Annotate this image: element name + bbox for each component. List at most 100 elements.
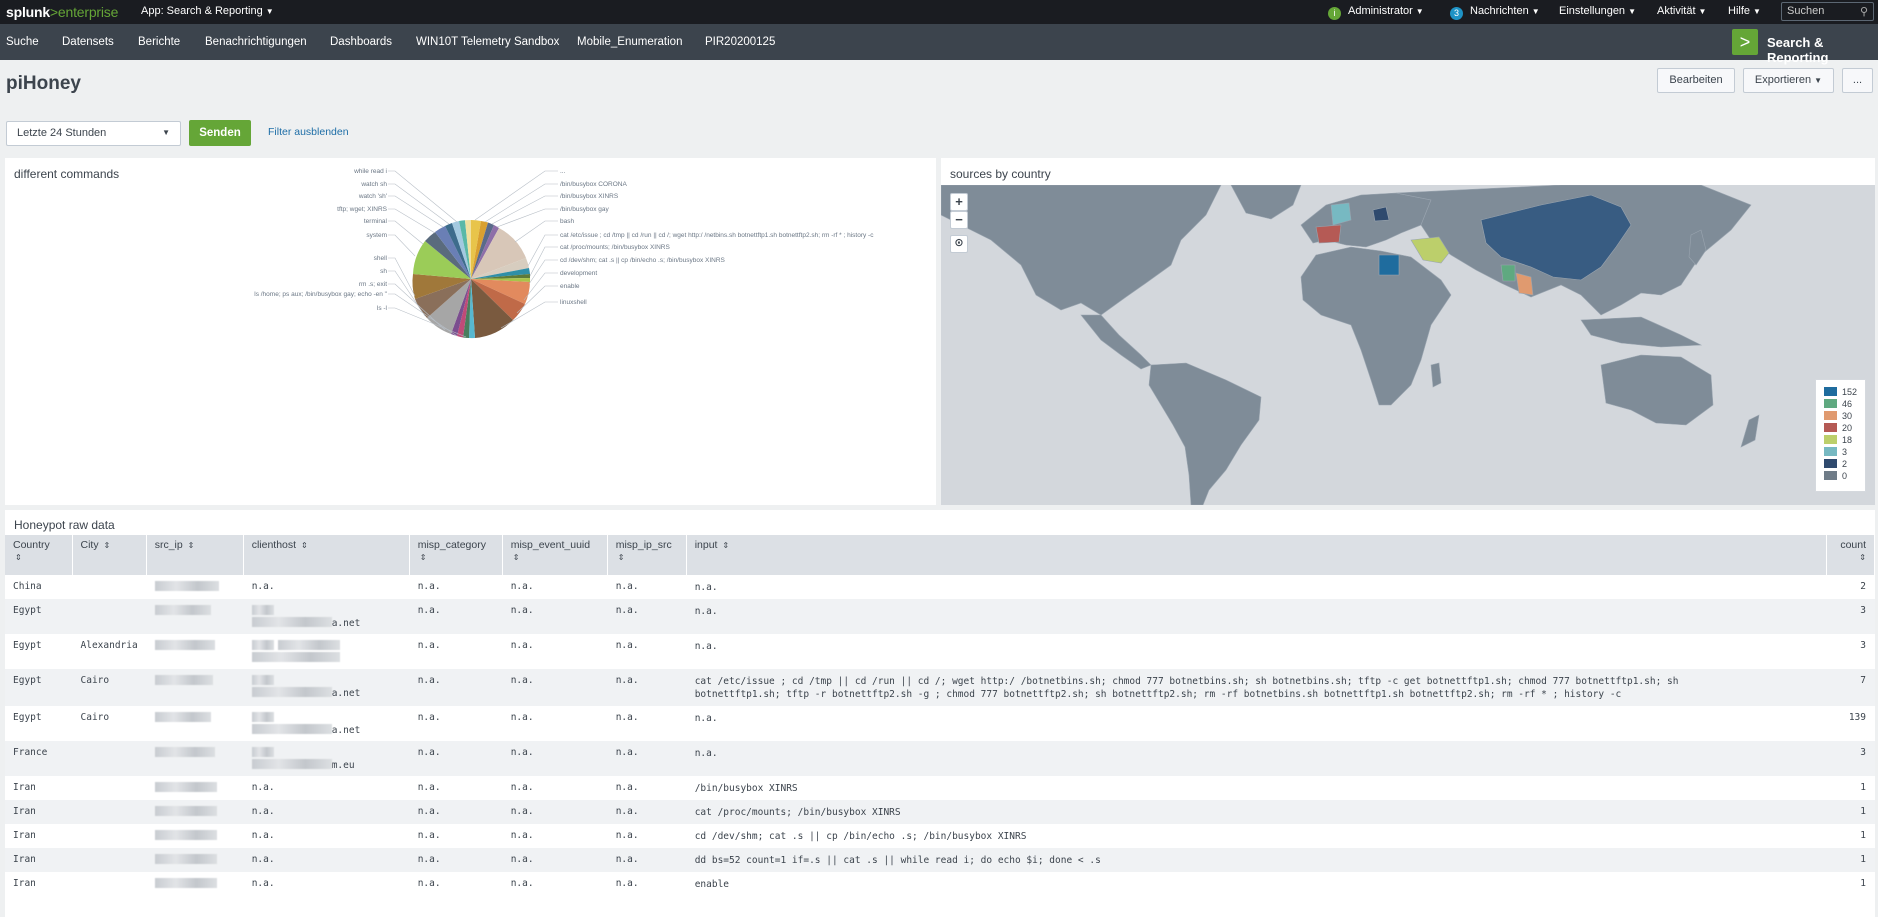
- app-menu[interactable]: App: Search & Reporting ▼: [141, 5, 274, 17]
- edit-button[interactable]: Bearbeiten: [1657, 68, 1735, 93]
- cell-clienthost: n.a.: [243, 848, 410, 872]
- cell-misp-ip-src: n.a.: [607, 706, 687, 741]
- table-row[interactable]: Iran n.a. n.a. n.a. n.a. cat /proc/mounts; /b…: [5, 800, 1875, 824]
- export-button[interactable]: Exportieren ▼: [1743, 68, 1834, 93]
- table-row[interactable]: France m.eu n.a. n.a. n.a. n.a. 3: [5, 741, 1875, 776]
- cell-misp-ip-src: n.a.: [607, 741, 687, 776]
- table-row[interactable]: Iran n.a. n.a. n.a. n.a. enable 1: [5, 872, 1875, 896]
- cell-misp-event-uuid: n.a.: [502, 776, 608, 800]
- column-header-misp-category[interactable]: misp_category ⇕: [409, 535, 503, 575]
- cell-city: [72, 575, 147, 599]
- column-header-misp-event-uuid[interactable]: misp_event_uuid ⇕: [502, 535, 608, 575]
- legend-swatch: [1824, 387, 1837, 396]
- table-row[interactable]: Egypt Cairo a.net n.a. n.a. n.a. n.a. 139: [5, 706, 1875, 741]
- help-menu[interactable]: Hilfe ▼: [1728, 5, 1761, 17]
- chevron-down-icon: ▼: [1628, 7, 1636, 16]
- myanmar-shape: [1500, 264, 1516, 282]
- cell-src-ip: [146, 824, 244, 848]
- cell-city: [72, 872, 147, 896]
- nav-item-dashboards[interactable]: Dashboards: [330, 36, 392, 48]
- table-body: China n.a. n.a. n.a. n.a. n.a. 2 Egypt a.net n.a.…: [5, 575, 1875, 896]
- cell-city: [72, 741, 147, 776]
- chevron-down-icon: ▼: [162, 128, 170, 137]
- cell-misp-ip-src: n.a.: [607, 669, 687, 706]
- column-header-city[interactable]: City ⇕: [72, 535, 147, 575]
- redacted-ip: [154, 782, 217, 792]
- pie-label: cd /dev/shm; cat .s || cp /bin/echo .s; …: [560, 257, 726, 264]
- nav-item-datensets[interactable]: Datensets: [62, 36, 114, 48]
- nav-item-pir20200125[interactable]: PIR20200125: [705, 36, 775, 48]
- global-search-input[interactable]: Suchen ⚲: [1781, 2, 1874, 21]
- crosshair-icon[interactable]: ⊙: [950, 235, 968, 253]
- app-brand-icon: >: [1732, 29, 1758, 55]
- zoom-in-button[interactable]: +: [950, 193, 968, 211]
- table-row[interactable]: Iran n.a. n.a. n.a. n.a. dd bs=52 count=1 if=…: [5, 848, 1875, 872]
- table-row[interactable]: Egypt Cairo a.net n.a. n.a. n.a. cat /etc/issu…: [5, 669, 1875, 706]
- cell-input: n.a.: [686, 741, 1827, 776]
- nav-item-suche[interactable]: Suche: [6, 36, 39, 48]
- cell-input: n.a.: [686, 599, 1827, 634]
- chevron-down-icon: ▼: [1415, 7, 1424, 16]
- cell-clienthost: m.eu: [243, 741, 410, 776]
- redacted-ip: [154, 806, 217, 816]
- table-row[interactable]: China n.a. n.a. n.a. n.a. n.a. 2: [5, 575, 1875, 599]
- cell-city: [72, 824, 147, 848]
- zoom-out-button[interactable]: −: [950, 211, 968, 229]
- legend-swatch: [1824, 471, 1837, 480]
- submit-button[interactable]: Senden: [189, 120, 251, 146]
- nav-item-mobile-enumeration[interactable]: Mobile_Enumeration: [577, 36, 682, 48]
- page-title: piHoney: [6, 73, 81, 94]
- cell-city: Cairo: [72, 669, 147, 706]
- table-row[interactable]: Iran n.a. n.a. n.a. n.a. cd /dev/shm; cat .s …: [5, 824, 1875, 848]
- admin-menu[interactable]: i Administrator ▼: [1328, 5, 1424, 20]
- cell-city: Alexandria: [72, 634, 147, 669]
- pie-label: watch sh: [360, 181, 387, 188]
- pie-label: ...: [560, 168, 566, 175]
- pie-chart: while read i watch sh watch 'sh' tftp; w…: [254, 168, 874, 339]
- redacted-ip: [154, 675, 213, 685]
- chevron-down-icon: ▼: [1753, 7, 1761, 16]
- nav-item-berichte[interactable]: Berichte: [138, 36, 180, 48]
- cell-clienthost: n.a.: [243, 776, 410, 800]
- redacted-host: [277, 640, 340, 650]
- activity-menu[interactable]: Aktivität ▼: [1657, 5, 1706, 17]
- cell-count: 1: [1826, 848, 1875, 872]
- hide-filters-link[interactable]: Filter ausblenden: [268, 126, 349, 138]
- panel-title: Honeypot raw data: [14, 518, 115, 532]
- column-header-input[interactable]: input ⇕: [686, 535, 1828, 575]
- column-header-country[interactable]: Country ⇕: [5, 535, 73, 575]
- choropleth-map[interactable]: + − ⊙: [941, 185, 1875, 505]
- cell-misp-ip-src: n.a.: [607, 872, 687, 896]
- cell-country: Iran: [5, 776, 72, 800]
- table-header-row: Country ⇕ City ⇕ src_ip ⇕ clienthost ⇕ mi…: [5, 535, 1875, 575]
- more-button[interactable]: ...: [1842, 68, 1873, 93]
- redacted-host: [251, 687, 332, 697]
- column-header-clienthost[interactable]: clienthost ⇕: [243, 535, 410, 575]
- cell-src-ip: [146, 669, 244, 706]
- pie-label: sh: [380, 268, 387, 275]
- column-header-src-ip[interactable]: src_ip ⇕: [146, 535, 244, 575]
- cell-src-ip: [146, 848, 244, 872]
- cell-input: cat /proc/mounts; /bin/busybox XINRS: [686, 800, 1827, 824]
- table-row[interactable]: Iran n.a. n.a. n.a. n.a./bin/busybox XINRS 1: [5, 776, 1875, 800]
- map-legend: 152 46 30 20 18 3 2 0: [1815, 379, 1866, 492]
- pie-label: linuxshell: [560, 299, 587, 306]
- column-header-count[interactable]: count ⇕: [1826, 535, 1875, 575]
- messages-menu[interactable]: 3 Nachrichten ▼: [1450, 5, 1540, 20]
- time-range-picker[interactable]: Letzte 24 Stunden ▼: [6, 121, 181, 146]
- column-header-misp-ip-src[interactable]: misp_ip_src ⇕: [607, 535, 687, 575]
- egypt-shape: [1378, 254, 1400, 276]
- app-navigation: Suche Datensets Berichte Benachrichtigun…: [0, 24, 1878, 65]
- cell-count: 1: [1826, 800, 1875, 824]
- table-row[interactable]: Egypt Alexandria n.a. n.a. n.a. n.a. 3: [5, 634, 1875, 669]
- nav-item-benachrichtigungen[interactable]: Benachrichtigungen: [205, 36, 307, 48]
- table-row[interactable]: Egypt a.net n.a. n.a. n.a. n.a. 3: [5, 599, 1875, 634]
- cell-misp-event-uuid: n.a.: [502, 575, 608, 599]
- chevron-down-icon: ▼: [1698, 7, 1707, 16]
- splunk-logo[interactable]: splunk>enterprise: [6, 4, 118, 20]
- redacted-host: [251, 747, 274, 757]
- legend-item: 0: [1824, 471, 1847, 481]
- nav-item-win10t[interactable]: WIN10T Telemetry Sandbox: [416, 36, 559, 48]
- spain-shape: [1315, 224, 1342, 244]
- settings-menu[interactable]: Einstellungen ▼: [1559, 5, 1636, 17]
